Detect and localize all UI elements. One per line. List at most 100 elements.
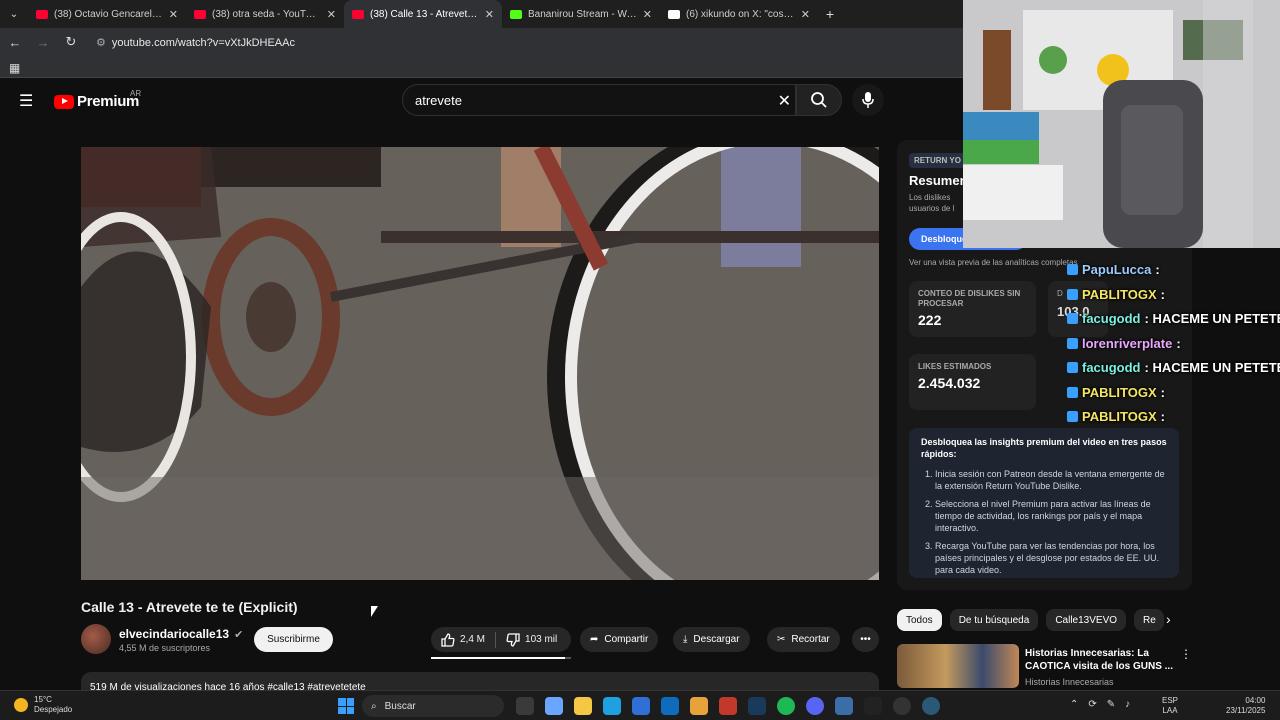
more-actions-button[interactable]: ••• <box>852 627 879 652</box>
url-field[interactable]: ⚙ youtube.com/watch?v=vXtJkDHEAAc <box>96 36 295 49</box>
search-button[interactable] <box>796 84 842 116</box>
lang-bottom: LAA <box>1162 706 1178 715</box>
store-icon[interactable] <box>632 697 650 715</box>
taskbar-search[interactable]: ⌕ Buscar <box>362 695 504 717</box>
chips-next-icon[interactable]: › <box>1166 611 1171 627</box>
chat-username[interactable]: PABLITOGX <box>1082 385 1157 400</box>
clip-action: ✂ Recortar <box>767 627 840 652</box>
country-code: AR <box>130 89 142 98</box>
windows-start-icon[interactable] <box>338 698 354 714</box>
chip-from-search[interactable]: De tu búsqueda <box>949 609 1039 631</box>
estimated-likes-value: 2.454.032 <box>918 375 981 391</box>
search-input[interactable]: atrevete ✕ <box>402 84 796 116</box>
chat-username[interactable]: facugodd <box>1082 311 1141 326</box>
youtube-premium-logo[interactable]: Premium AR <box>54 89 141 110</box>
apps-grid-icon[interactable]: ▦ <box>9 61 20 75</box>
steam-icon[interactable] <box>748 697 766 715</box>
outlook-icon[interactable] <box>661 697 679 715</box>
copilot-icon[interactable] <box>545 697 563 715</box>
more-action: ••• <box>852 627 879 652</box>
recommended-video[interactable]: Historias Innecesarias: La CAOTICA visit… <box>897 644 1197 688</box>
discord-icon[interactable] <box>806 697 824 715</box>
url-text: youtube.com/watch?v=vXtJkDHEAAc <box>111 36 295 49</box>
more-vertical-icon[interactable]: ⋮ <box>1180 647 1192 661</box>
menu-icon[interactable]: ☰ <box>19 94 35 110</box>
channel-name-text: elvecindariocalle13 <box>119 627 230 641</box>
webcam-image <box>963 0 1280 248</box>
system-tray: ⌃ ⟳ ✎ ♪ <box>1070 699 1130 710</box>
spotify-icon[interactable] <box>777 697 795 715</box>
app-icon[interactable] <box>864 697 882 715</box>
clear-search-icon[interactable]: ✕ <box>778 91 791 111</box>
task-view-icon[interactable] <box>516 697 534 715</box>
back-button[interactable]: ← <box>8 35 22 50</box>
browser-tab[interactable]: (38) Octavio Gencarelli - YouTub ✕ <box>28 0 186 28</box>
chat-message: PABLITOGX: <box>1067 385 1165 400</box>
edge-icon[interactable] <box>603 697 621 715</box>
site-info-icon[interactable]: ⚙ <box>96 37 106 49</box>
video-title: Calle 13 - Atrevete te te (Explicit) <box>81 599 298 615</box>
voice-search-button[interactable] <box>852 84 884 116</box>
chat-username[interactable]: PapuLucca <box>1082 262 1151 277</box>
tab-search-icon[interactable]: ⌄ <box>0 0 28 28</box>
obs-icon[interactable] <box>893 697 911 715</box>
forward-button[interactable]: → <box>36 35 50 50</box>
channel-avatar[interactable] <box>81 624 111 654</box>
taskbar-search-label: Buscar <box>384 700 416 712</box>
chat-username[interactable]: lorenriverplate <box>1082 336 1172 351</box>
close-tab-icon[interactable]: ✕ <box>327 8 336 21</box>
youtube-header: ☰ Premium AR atrevete ✕ <box>0 78 960 126</box>
app-icon[interactable] <box>922 697 940 715</box>
netflix-icon[interactable] <box>719 697 737 715</box>
system-clock[interactable]: 04:00 23/11/2025 <box>1226 696 1265 716</box>
chip-all[interactable]: Todos <box>897 609 942 631</box>
close-tab-icon[interactable]: ✕ <box>643 8 652 21</box>
subscribe-button[interactable]: Suscribirme <box>254 627 333 652</box>
reload-button[interactable]: ↻ <box>64 34 78 50</box>
share-button[interactable]: ➦ Compartir <box>580 627 659 652</box>
like-button[interactable]: 2,4 M <box>431 627 495 652</box>
app-icon[interactable] <box>835 697 853 715</box>
browser-tab[interactable]: (38) otra seda - YouTube ✕ <box>186 0 344 28</box>
tab-title: (38) otra seda - YouTube <box>212 8 321 20</box>
chevron-up-icon[interactable]: ⌃ <box>1070 699 1078 710</box>
x-icon <box>668 9 680 19</box>
dislike-button[interactable]: 103 mil <box>496 627 567 652</box>
share-icon: ➦ <box>590 634 599 645</box>
pen-icon[interactable]: ✎ <box>1107 699 1115 710</box>
weather-widget[interactable]: 15°C Despejado <box>14 695 72 715</box>
chrome-icon[interactable] <box>690 697 708 715</box>
weather-temp: 15°C <box>34 695 52 704</box>
browser-tab[interactable]: Bananirou Stream - Watch Live ✕ <box>502 0 660 28</box>
chat-username[interactable]: PABLITOGX <box>1082 287 1157 302</box>
chat-text: : <box>1160 409 1165 424</box>
chip-calle13vevo[interactable]: Calle13VEVO <box>1046 609 1127 631</box>
chat-text: : HACEME UN PETETE <box>1144 311 1280 326</box>
download-button[interactable]: ⤓ Descargar <box>673 627 750 652</box>
new-tab-button[interactable]: + <box>818 6 842 22</box>
recommended-thumbnail[interactable] <box>897 644 1019 688</box>
file-explorer-icon[interactable] <box>574 697 592 715</box>
browser-tab[interactable]: (6) xikundo on X: "coscu reacc ✕ <box>660 0 818 28</box>
close-tab-icon[interactable]: ✕ <box>485 8 494 21</box>
chat-text: : <box>1176 336 1181 351</box>
microphone-tray-icon[interactable]: ♪ <box>1125 699 1130 710</box>
sync-icon[interactable]: ⟳ <box>1088 699 1096 710</box>
close-tab-icon[interactable]: ✕ <box>169 8 178 21</box>
like-count: 2,4 M <box>460 634 486 645</box>
video-player[interactable] <box>81 147 879 580</box>
channel-name[interactable]: elvecindariocalle13 ✔ <box>119 627 243 641</box>
chat-username[interactable]: facugodd <box>1082 360 1141 375</box>
download-label: Descargar <box>693 634 740 645</box>
browser-tab[interactable]: (38) Calle 13 - Atrevete te t ✕ <box>344 0 502 28</box>
ryd-preview-link[interactable]: Ver una vista previa de las analíticas c… <box>909 258 1078 267</box>
tab-list: (38) Octavio Gencarelli - YouTub✕(38) ot… <box>28 0 818 28</box>
language-indicator[interactable]: ESP LAA <box>1162 696 1178 716</box>
chip-related[interactable]: Re <box>1134 609 1165 631</box>
close-tab-icon[interactable]: ✕ <box>801 8 810 21</box>
insights-step: Recarga YouTube para ver las tendencias … <box>935 540 1167 576</box>
youtube-icon <box>352 9 364 19</box>
chat-username[interactable]: PABLITOGX <box>1082 409 1157 424</box>
clip-button[interactable]: ✂ Recortar <box>767 627 840 652</box>
recommended-channel: Historias Innecesarias <box>1025 677 1114 687</box>
